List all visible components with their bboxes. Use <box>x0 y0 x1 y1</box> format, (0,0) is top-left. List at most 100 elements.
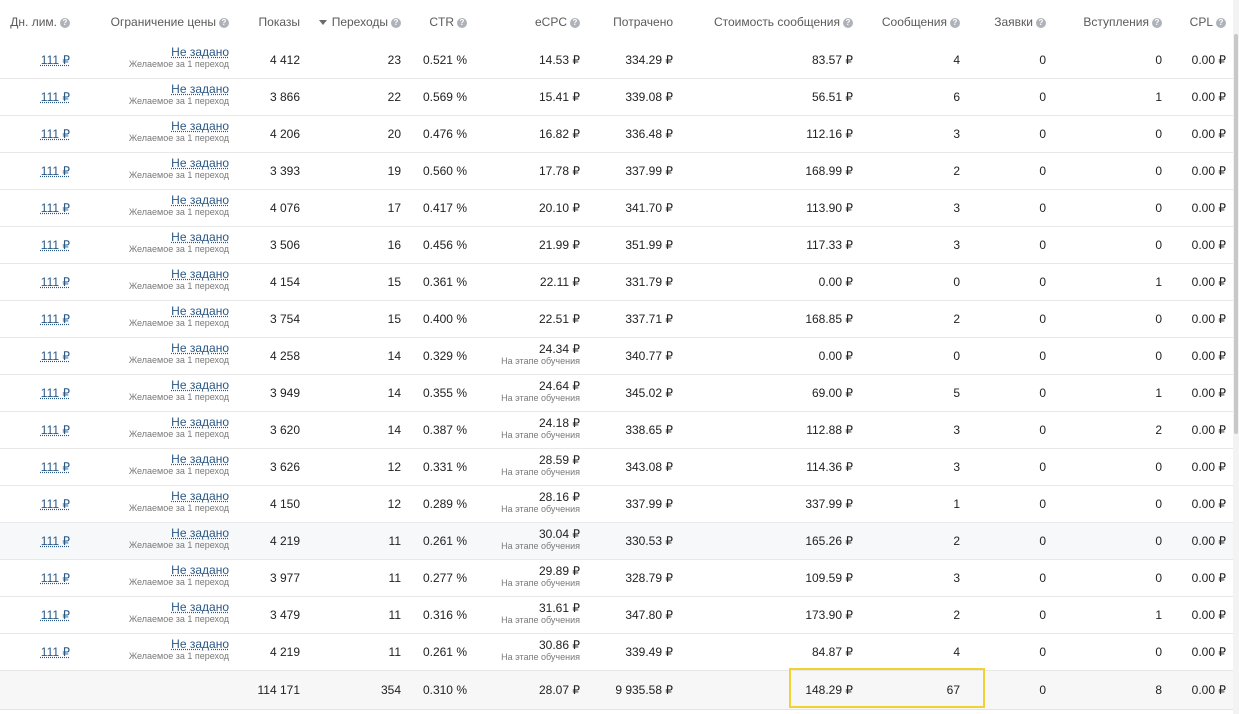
col-daily-limit[interactable]: Дн. лим.? <box>0 0 70 42</box>
price-limit-link[interactable]: Не задано <box>171 564 229 577</box>
cpl-value: 0.00 ₽ <box>1191 423 1226 437</box>
daily-limit-link[interactable]: 111 ₽ <box>41 349 70 363</box>
daily-limit-link[interactable]: 111 ₽ <box>41 127 70 141</box>
cpl-value: 0.00 ₽ <box>1191 534 1226 548</box>
daily-limit-link[interactable]: 111 ₽ <box>41 571 70 585</box>
daily-limit-cell: 111 ₽ <box>0 412 70 448</box>
table-row[interactable]: 111 ₽ Не задано Желаемое за 1 переход 3 … <box>0 412 1234 449</box>
col-impressions[interactable]: Показы <box>230 0 300 42</box>
price-limit-link[interactable]: Не задано <box>171 601 229 614</box>
table-row[interactable]: 111 ₽ Не задано Желаемое за 1 переход 3 … <box>0 79 1234 116</box>
daily-limit-link[interactable]: 111 ₽ <box>41 238 70 252</box>
spent-value: 347.80 ₽ <box>625 608 673 622</box>
help-icon[interactable]: ? <box>1216 18 1226 28</box>
joins-value: 1 <box>1155 386 1162 400</box>
clicks-value: 11 <box>388 608 401 622</box>
col-spent[interactable]: Потрачено <box>580 0 673 42</box>
impressions-value: 4 150 <box>269 497 300 511</box>
help-icon[interactable]: ? <box>457 18 467 28</box>
daily-limit-link[interactable]: 111 ₽ <box>41 90 70 104</box>
price-limit-hint: Желаемое за 1 переход <box>128 281 229 291</box>
ecpc-value: 15.41 ₽ <box>539 90 580 104</box>
table-row[interactable]: 111 ₽ Не задано Желаемое за 1 переход 4 … <box>0 523 1234 560</box>
help-icon[interactable]: ? <box>391 18 401 28</box>
price-limit-hint: Желаемое за 1 переход <box>128 244 229 254</box>
price-limit-link[interactable]: Не задано <box>171 490 229 503</box>
table-row[interactable]: 111 ₽ Не задано Желаемое за 1 переход 4 … <box>0 486 1234 523</box>
col-clicks[interactable]: Переходы? <box>300 0 401 42</box>
help-icon[interactable]: ? <box>950 18 960 28</box>
daily-limit-link[interactable]: 111 ₽ <box>41 534 70 548</box>
table-row[interactable]: 111 ₽ Не задано Желаемое за 1 переход 3 … <box>0 597 1234 634</box>
col-ctr[interactable]: CTR? <box>401 0 467 42</box>
daily-limit-link[interactable]: 111 ₽ <box>41 497 70 511</box>
daily-limit-link[interactable]: 111 ₽ <box>41 312 70 326</box>
table-header: Дн. лим.? Ограничение цены? Показы Перех… <box>0 0 1234 43</box>
price-limit-link[interactable]: Не задано <box>171 231 229 244</box>
daily-limit-link[interactable]: 111 ₽ <box>41 53 70 67</box>
daily-limit-cell: 111 ₽ <box>0 375 70 411</box>
daily-limit-link[interactable]: 111 ₽ <box>41 608 70 622</box>
clicks-value: 14 <box>387 349 401 363</box>
col-cpl[interactable]: CPL? <box>1170 0 1226 42</box>
help-icon[interactable]: ? <box>1152 18 1162 28</box>
table-row[interactable]: 111 ₽ Не задано Желаемое за 1 переход 3 … <box>0 301 1234 338</box>
daily-limit-link[interactable]: 111 ₽ <box>41 275 70 289</box>
table-row[interactable]: 111 ₽ Не задано Желаемое за 1 переход 3 … <box>0 449 1234 486</box>
cpl-value: 0.00 ₽ <box>1191 164 1226 178</box>
spent-value: 331.79 ₽ <box>625 275 673 289</box>
table-row[interactable]: 111 ₽ Не задано Желаемое за 1 переход 3 … <box>0 375 1234 412</box>
messages-value: 4 <box>953 53 960 67</box>
table-row[interactable]: 111 ₽ Не задано Желаемое за 1 переход 4 … <box>0 116 1234 153</box>
price-limit-link[interactable]: Не задано <box>171 453 229 466</box>
table-row[interactable]: 111 ₽ Не задано Желаемое за 1 переход 4 … <box>0 190 1234 227</box>
col-applications[interactable]: Заявки? <box>960 0 1046 42</box>
price-limit-hint: Желаемое за 1 переход <box>128 540 229 550</box>
help-icon[interactable]: ? <box>1036 18 1046 28</box>
col-ecpc[interactable]: eCPC? <box>480 0 580 42</box>
total-spent: 9 935.58 ₽ <box>615 683 673 697</box>
price-limit-link[interactable]: Не задано <box>171 120 229 133</box>
help-icon[interactable]: ? <box>843 18 853 28</box>
table-row[interactable]: 111 ₽ Не задано Желаемое за 1 переход 4 … <box>0 42 1234 79</box>
help-icon[interactable]: ? <box>219 18 229 28</box>
table-row[interactable]: 111 ₽ Не задано Желаемое за 1 переход 4 … <box>0 634 1234 671</box>
table-row[interactable]: 111 ₽ Не задано Желаемое за 1 переход 3 … <box>0 560 1234 597</box>
col-messages[interactable]: Сообщения? <box>860 0 960 42</box>
daily-limit-link[interactable]: 111 ₽ <box>41 386 70 400</box>
price-limit-link[interactable]: Не задано <box>171 527 229 540</box>
impressions-value: 3 620 <box>269 423 300 437</box>
col-joins[interactable]: Вступления? <box>1060 0 1162 42</box>
price-limit-link[interactable]: Не задано <box>171 416 229 429</box>
price-limit-link[interactable]: Не задано <box>171 157 229 170</box>
col-price-limit[interactable]: Ограничение цены? <box>90 0 229 42</box>
daily-limit-link[interactable]: 111 ₽ <box>41 460 70 474</box>
price-limit-link[interactable]: Не задано <box>171 638 229 651</box>
price-limit-link[interactable]: Не задано <box>171 194 229 207</box>
vertical-scrollbar[interactable] <box>1233 0 1239 714</box>
table-row[interactable]: 111 ₽ Не задано Желаемое за 1 переход 3 … <box>0 227 1234 264</box>
cpl-value: 0.00 ₽ <box>1191 127 1226 141</box>
table-row[interactable]: 111 ₽ Не задано Желаемое за 1 переход 4 … <box>0 264 1234 301</box>
daily-limit-link[interactable]: 111 ₽ <box>41 201 70 215</box>
applications-value: 0 <box>1039 53 1046 67</box>
spent-value: 339.49 ₽ <box>625 645 673 659</box>
daily-limit-link[interactable]: 111 ₽ <box>41 164 70 178</box>
help-icon[interactable]: ? <box>570 18 580 28</box>
daily-limit-link[interactable]: 111 ₽ <box>41 423 70 437</box>
daily-limit-link[interactable]: 111 ₽ <box>41 645 70 659</box>
help-icon[interactable]: ? <box>60 18 70 28</box>
table-row[interactable]: 111 ₽ Не задано Желаемое за 1 переход 3 … <box>0 153 1234 190</box>
price-limit-link[interactable]: Не задано <box>171 379 229 392</box>
scrollbar-thumb[interactable] <box>1234 34 1238 434</box>
price-limit-link[interactable]: Не задано <box>171 83 229 96</box>
msg-cost-value: 56.51 ₽ <box>812 90 853 104</box>
msg-cost-value: 0.00 ₽ <box>818 275 853 289</box>
table-row[interactable]: 111 ₽ Не задано Желаемое за 1 переход 4 … <box>0 338 1234 375</box>
price-limit-link[interactable]: Не задано <box>171 305 229 318</box>
price-limit-link[interactable]: Не задано <box>171 46 229 59</box>
price-limit-link[interactable]: Не задано <box>171 268 229 281</box>
price-limit-link[interactable]: Не задано <box>171 342 229 355</box>
impressions-value: 3 506 <box>269 238 300 252</box>
col-msg-cost[interactable]: Стоимость сообщения? <box>680 0 853 42</box>
